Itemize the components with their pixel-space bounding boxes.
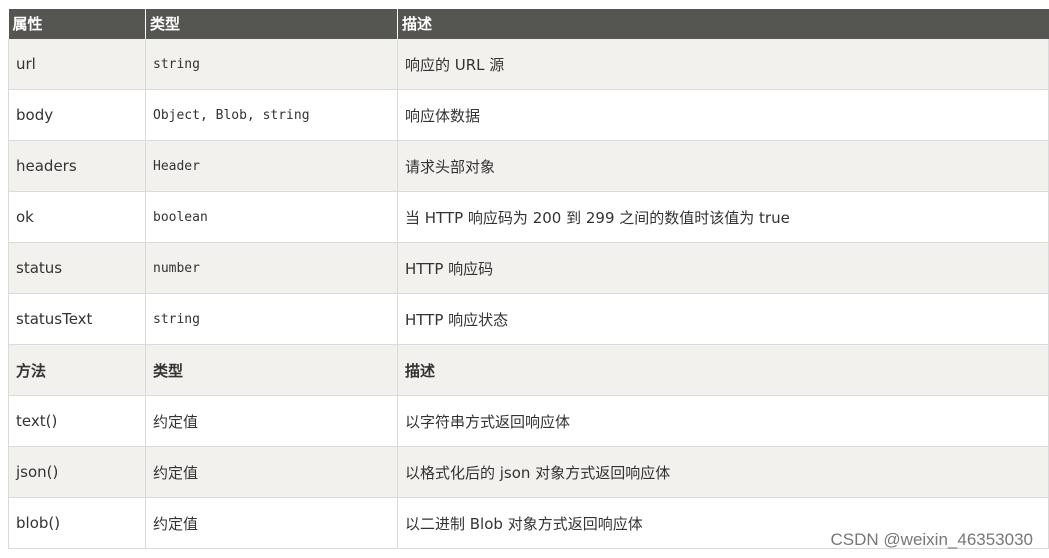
cell-name: headers	[8, 140, 146, 192]
header-property: 属性	[8, 9, 146, 39]
cell-name: blob()	[8, 497, 146, 549]
cell-name: statusText	[8, 293, 146, 345]
cell-type: Header	[145, 140, 398, 192]
cell-description: 响应体数据	[397, 89, 1049, 141]
section-header-row: 方法 类型 描述	[8, 344, 1049, 396]
cell-name: 方法	[8, 344, 146, 396]
cell-type: 约定值	[145, 395, 398, 447]
cell-type: boolean	[145, 191, 398, 243]
properties-table: 属性 类型 描述 url string 响应的 URL 源 body Object, B…	[8, 9, 1049, 549]
cell-description: 以格式化后的 json 对象方式返回响应体	[397, 446, 1049, 498]
cell-description: 当 HTTP 响应码为 200 到 299 之间的数值时该值为 true	[397, 191, 1049, 243]
table-row: statusText string HTTP 响应状态	[8, 293, 1049, 345]
cell-type: string	[145, 293, 398, 345]
cell-type: 约定值	[145, 446, 398, 498]
table-row: body Object, Blob, string 响应体数据	[8, 89, 1049, 141]
cell-type: Object, Blob, string	[145, 89, 398, 141]
cell-description: HTTP 响应码	[397, 242, 1049, 294]
table-row: ok boolean 当 HTTP 响应码为 200 到 299 之间的数值时该值为…	[8, 191, 1049, 243]
cell-description: 请求头部对象	[397, 140, 1049, 192]
header-type: 类型	[145, 9, 398, 39]
table-row: headers Header 请求头部对象	[8, 140, 1049, 192]
cell-type: string	[145, 39, 398, 90]
cell-name: status	[8, 242, 146, 294]
cell-name: body	[8, 89, 146, 141]
cell-name: text()	[8, 395, 146, 447]
properties-table-container: 属性 类型 描述 url string 响应的 URL 源 body Object, B…	[8, 9, 1049, 549]
cell-name: ok	[8, 191, 146, 243]
cell-description: HTTP 响应状态	[397, 293, 1049, 345]
table-body: url string 响应的 URL 源 body Object, Blob, stri…	[8, 39, 1049, 549]
table-row: text() 约定值 以字符串方式返回响应体	[8, 395, 1049, 447]
csdn-watermark: CSDN @weixin_46353030	[830, 530, 1033, 549]
cell-description: 响应的 URL 源	[397, 39, 1049, 90]
cell-type: 约定值	[145, 497, 398, 549]
cell-type: 类型	[145, 344, 398, 396]
table-row: json() 约定值 以格式化后的 json 对象方式返回响应体	[8, 446, 1049, 498]
cell-description: 以字符串方式返回响应体	[397, 395, 1049, 447]
cell-name: json()	[8, 446, 146, 498]
cell-name: url	[8, 39, 146, 90]
cell-type: number	[145, 242, 398, 294]
table-row: url string 响应的 URL 源	[8, 39, 1049, 90]
header-description: 描述	[397, 9, 1049, 39]
cell-description: 描述	[397, 344, 1049, 396]
table-header-row: 属性 类型 描述	[8, 9, 1049, 39]
table-row: status number HTTP 响应码	[8, 242, 1049, 294]
